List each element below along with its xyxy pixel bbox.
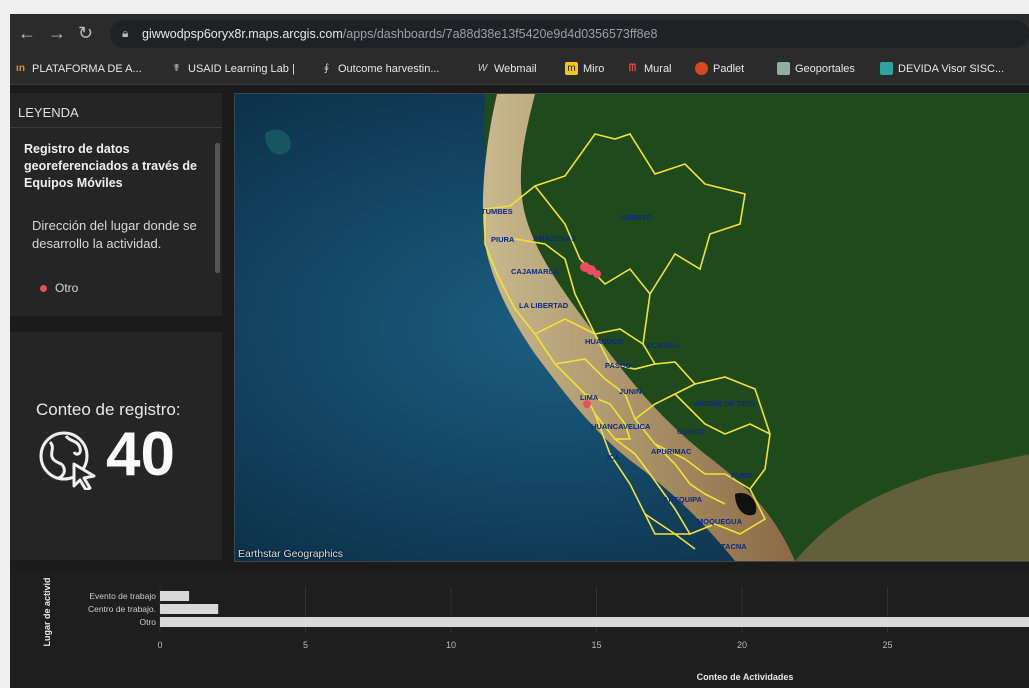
- legend-item-label: Otro: [55, 281, 79, 295]
- dept-label: CUSCO: [677, 427, 704, 436]
- bookmark-usaid[interactable]: ☤ USAID Learning Lab |: [170, 62, 295, 75]
- y-axis-title: Lugar de activid: [42, 577, 52, 646]
- legend-header: LEYENDA: [18, 105, 79, 120]
- webmail-icon: W: [477, 63, 488, 74]
- map-canvas: TUMBES PIURA AMAZONAS LORETO CAJAMARCA L…: [235, 94, 1029, 561]
- bookmark-outcome[interactable]: ∮ Outcome harvestin...: [320, 62, 440, 75]
- legend-item: Otro: [40, 281, 78, 295]
- indicator-panel: Conteo de registro: 40: [10, 332, 222, 560]
- globe-cursor-icon: [39, 431, 96, 490]
- y-category-label: Otro: [139, 617, 156, 627]
- forward-arrow-icon[interactable]: →: [48, 23, 66, 43]
- address-bar[interactable]: 🔒︎ giwwodpsp6oryx8r.maps.arcgis.com/apps…: [110, 20, 1029, 48]
- x-tick-label: 20: [737, 640, 747, 650]
- dept-label: LA LIBERTAD: [519, 301, 569, 310]
- dept-label: UCAYALI: [647, 341, 679, 350]
- legend-field-title: Dirección del lugar donde se desarrollo …: [32, 218, 197, 251]
- outcome-icon: ∮: [323, 63, 330, 74]
- dept-label: AREQUIPA: [663, 495, 703, 504]
- dept-label: HUANCAVELICA: [591, 422, 651, 431]
- dept-label: AMAZONAS: [533, 234, 576, 243]
- dept-label: PUNO: [731, 471, 753, 480]
- usaid-icon: ☤: [173, 63, 180, 74]
- bar: [160, 617, 1029, 627]
- indicator-value: 40: [106, 420, 175, 489]
- dept-label: APURIMAC: [651, 447, 692, 456]
- bookmark-miro[interactable]: m Miro: [565, 62, 604, 75]
- x-tick-label: 0: [157, 640, 162, 650]
- legend-panel: LEYENDA Registro de datos georeferenciad…: [10, 93, 222, 316]
- x-tick-label: 25: [882, 640, 892, 650]
- back-arrow-icon[interactable]: ←: [18, 23, 36, 43]
- bookmark-devida[interactable]: DEVIDA Visor SISC...: [880, 62, 1004, 75]
- bar-chart: 0 5 10 15 20 25 Evento de trabajo Centro de tra…: [42, 577, 1029, 682]
- marker-point[interactable]: [593, 270, 601, 278]
- dept-label: CAJAMARCA: [511, 267, 560, 276]
- bookmark-geoportales[interactable]: Geoportales: [777, 62, 855, 75]
- dept-label: MADRE DE DIOS: [695, 399, 755, 408]
- lock-icon: 🔒︎: [122, 26, 129, 40]
- bookmark-padlet[interactable]: Padlet: [695, 62, 744, 75]
- reload-icon[interactable]: ↻: [78, 23, 93, 43]
- legend-layer-title: Registro de datos georeferenciados a tra…: [24, 142, 197, 190]
- dept-label: ICA: [607, 453, 621, 462]
- dept-label: PASCO: [605, 361, 631, 370]
- dept-label: JUNIN: [619, 387, 642, 396]
- dept-label: LORETO: [621, 213, 652, 222]
- bar: [160, 591, 190, 601]
- bookmarks-bar: ın PLATAFORMA DE A... ☤ USAID Learning Lab…: [10, 54, 1029, 85]
- plataforma-icon: ın: [16, 63, 25, 74]
- dept-label: TACNA: [721, 542, 747, 551]
- x-tick-label: 5: [303, 640, 308, 650]
- dept-label: PIURA: [491, 235, 515, 244]
- map-view[interactable]: TUMBES PIURA AMAZONAS LORETO CAJAMARCA L…: [234, 93, 1029, 562]
- bookmark-plataforma[interactable]: ın PLATAFORMA DE A...: [14, 62, 142, 75]
- y-category-label: Centro de trabajo.: [88, 604, 156, 614]
- mural-icon: ᗰ: [628, 63, 637, 74]
- bookmark-webmail[interactable]: W Webmail: [476, 62, 537, 75]
- dashboard: LEYENDA Registro de datos georeferenciad…: [10, 85, 1029, 688]
- devida-icon: [880, 62, 893, 75]
- browser-toolbar: ← → ↻ 🔒︎ giwwodpsp6oryx8r.maps.arcgis.co…: [10, 14, 1029, 54]
- map-attribution: Earthstar Geographics: [238, 548, 344, 560]
- legend-swatch: [40, 284, 47, 292]
- legend-divider: [10, 127, 222, 128]
- url-text: giwwodpsp6oryx8r.maps.arcgis.com/apps/da…: [142, 27, 658, 41]
- y-category-label: Evento de trabajo: [89, 591, 156, 601]
- browser-window: ← → ↻ 🔒︎ giwwodpsp6oryx8r.maps.arcgis.co…: [10, 14, 1029, 688]
- padlet-icon: [695, 62, 708, 75]
- bar: [160, 604, 219, 614]
- geoportales-icon: [777, 62, 790, 75]
- x-tick-label: 15: [591, 640, 601, 650]
- x-tick-label: 10: [446, 640, 456, 650]
- bookmark-mural[interactable]: ᗰ Mural: [626, 62, 672, 75]
- dept-label: LIMA: [580, 393, 599, 402]
- indicator-title: Conteo de registro:: [36, 400, 181, 419]
- legend-scrollbar[interactable]: [215, 143, 220, 273]
- miro-icon: m: [565, 62, 578, 75]
- dept-label: MOQUEGUA: [697, 517, 743, 526]
- dept-label: HUANUCO: [585, 337, 623, 346]
- bar-chart-panel: 0 5 10 15 20 25 Evento de trabajo Centro de tra…: [10, 570, 1029, 688]
- x-axis-title: Conteo de Actividades: [697, 672, 794, 682]
- dept-label: TUMBES: [481, 207, 513, 216]
